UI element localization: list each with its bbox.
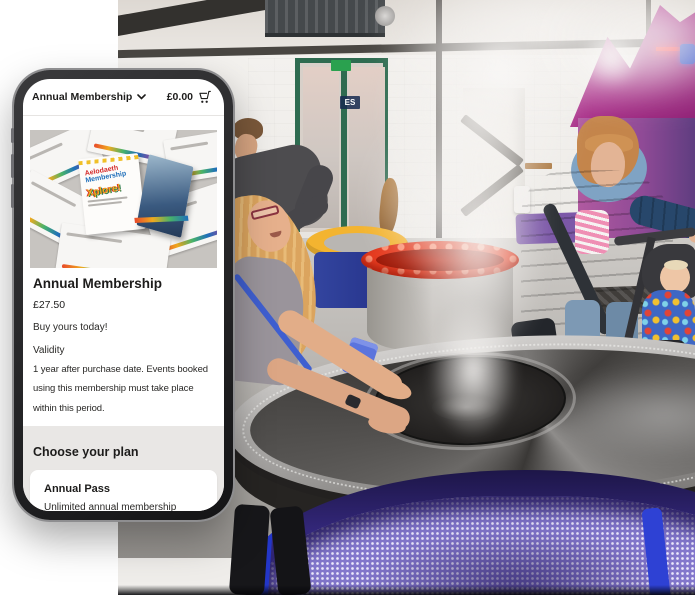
phone-screen: Annual Membership £0.00 — [23, 79, 224, 511]
shop-header: Annual Membership £0.00 — [23, 79, 224, 116]
phone-button — [11, 128, 14, 143]
phone-mockup: Annual Membership £0.00 — [14, 70, 233, 520]
phone-volume-up — [11, 154, 14, 178]
product-tagline: Buy yours today! — [33, 322, 107, 333]
page: ES — [0, 0, 695, 595]
plan-description: Unlimited annual membership — [44, 502, 217, 511]
validity-heading: Validity — [33, 345, 65, 356]
ac-unit — [265, 0, 385, 37]
product-image: Aelodaeth Membership Xplore! — [30, 130, 217, 268]
cart-button[interactable]: £0.00 — [167, 90, 212, 104]
chevron-down-icon — [137, 94, 146, 100]
plan-option-annual-pass[interactable]: Annual Pass Unlimited annual membership — [30, 470, 217, 511]
product-price: £27.50 — [33, 299, 65, 311]
exit-sign — [331, 60, 351, 71]
plan-name: Annual Pass — [44, 483, 217, 495]
cart-icon — [197, 90, 212, 104]
wall-sign: ES — [340, 96, 360, 109]
cart-total: £0.00 — [167, 91, 193, 103]
plan-section-heading: Choose your plan — [33, 445, 139, 459]
girl-legs — [230, 505, 340, 595]
product-title: Annual Membership — [33, 276, 162, 291]
plan-selector-dropdown[interactable]: Annual Membership — [32, 91, 146, 103]
phone-volume-down — [11, 184, 14, 208]
plan-section: Choose your plan Annual Pass Unlimited a… — [23, 426, 224, 511]
validity-body: 1 year after purchase date. Events booke… — [33, 360, 217, 418]
plan-selector-label: Annual Membership — [32, 91, 132, 103]
